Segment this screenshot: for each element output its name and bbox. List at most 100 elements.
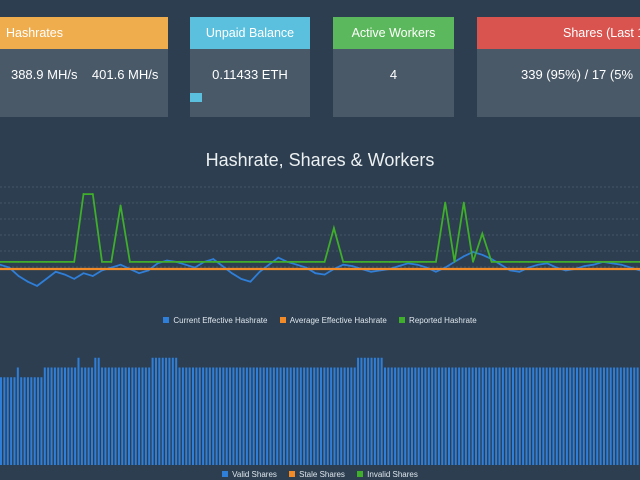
data-point xyxy=(8,261,11,263)
data-point xyxy=(333,268,335,270)
shares-bar-chart xyxy=(0,357,639,465)
data-point xyxy=(462,201,465,204)
bar-valid-shares xyxy=(6,377,9,465)
data-point xyxy=(17,275,20,277)
bar-valid-shares xyxy=(404,367,407,465)
shares-card-value: 339 (95%) / 17 (5% xyxy=(521,67,634,82)
bar-valid-shares xyxy=(101,367,104,465)
legend-item-reported-hashrate[interactable]: Reported Hashrate xyxy=(399,316,477,325)
data-point xyxy=(360,268,363,270)
data-point xyxy=(407,268,410,270)
bar-valid-shares xyxy=(565,367,568,465)
data-point xyxy=(537,261,539,263)
bar-valid-shares xyxy=(47,367,50,465)
data-point xyxy=(249,280,252,283)
bar-valid-shares xyxy=(434,367,437,465)
data-point xyxy=(54,261,57,263)
data-point xyxy=(472,261,474,263)
bar-valid-shares xyxy=(148,367,151,465)
bar-valid-shares xyxy=(596,367,599,465)
bar-valid-shares xyxy=(414,367,417,465)
data-point xyxy=(17,261,20,263)
legend-item-current-hashrate[interactable]: Current Effective Hashrate xyxy=(163,316,267,325)
data-point xyxy=(305,261,307,263)
data-point xyxy=(620,263,623,266)
bar-valid-shares xyxy=(256,367,259,465)
bar-valid-shares xyxy=(252,367,255,465)
data-point xyxy=(166,268,168,270)
bar-valid-shares xyxy=(346,367,349,465)
bar-valid-shares xyxy=(121,367,124,465)
data-point xyxy=(64,261,66,263)
data-point xyxy=(481,268,484,270)
bar-valid-shares xyxy=(202,367,205,465)
bar-valid-shares xyxy=(437,367,440,465)
bar-valid-shares xyxy=(336,367,339,465)
data-point xyxy=(342,261,345,263)
data-point xyxy=(175,261,178,263)
data-point xyxy=(193,261,196,263)
legend-item-invalid-shares[interactable]: Invalid Shares xyxy=(357,470,418,479)
shares-card: Shares (Last 1 339 (95%) / 17 (5% xyxy=(477,17,640,117)
bar-valid-shares xyxy=(266,367,269,465)
data-point xyxy=(26,268,29,270)
bar-valid-shares xyxy=(10,377,13,465)
bar-valid-shares xyxy=(542,367,545,465)
bar-valid-shares xyxy=(397,367,400,465)
bar-valid-shares xyxy=(320,367,323,465)
data-point xyxy=(370,268,372,270)
data-point xyxy=(295,268,298,270)
legend-item-stale-shares[interactable]: Stale Shares xyxy=(289,470,345,479)
bar-valid-shares xyxy=(360,357,363,465)
data-point xyxy=(453,261,456,263)
bar-valid-shares xyxy=(3,377,6,465)
data-point xyxy=(370,261,372,263)
bar-valid-shares xyxy=(50,367,53,465)
data-point xyxy=(221,261,224,263)
data-point xyxy=(601,261,604,263)
bar-valid-shares xyxy=(340,367,343,465)
data-point xyxy=(388,261,391,263)
unpaid-balance-card: Unpaid Balance 0.11433 ETH xyxy=(190,17,310,117)
bar-valid-shares xyxy=(158,357,161,465)
data-point xyxy=(397,265,400,268)
legend-item-valid-shares[interactable]: Valid Shares xyxy=(222,470,277,479)
hashrates-card-title: Hashrates xyxy=(0,17,168,49)
bar-valid-shares xyxy=(64,367,67,465)
data-point xyxy=(435,270,437,273)
bar-valid-shares xyxy=(0,377,3,465)
bar-valid-shares xyxy=(464,367,467,465)
data-point xyxy=(527,261,530,263)
bar-valid-shares xyxy=(165,357,168,465)
legend-item-average-hashrate[interactable]: Average Effective Hashrate xyxy=(279,316,387,325)
data-point xyxy=(490,268,493,270)
legend-label: Current Effective Hashrate xyxy=(173,316,268,325)
hashrates-card: Hashrates /s 388.9 MH/s 401.6 MH/s xyxy=(0,17,168,117)
bar-valid-shares xyxy=(87,367,90,465)
data-point xyxy=(91,268,94,270)
data-point xyxy=(314,261,317,263)
bar-valid-shares xyxy=(532,367,535,465)
data-point xyxy=(305,268,307,270)
data-point xyxy=(342,268,345,270)
data-point xyxy=(82,268,85,270)
legend-label: Stale Shares xyxy=(299,470,345,479)
data-point xyxy=(91,275,94,277)
bar-valid-shares xyxy=(367,357,370,465)
active-workers-value: 4 xyxy=(389,67,398,82)
bar-valid-shares xyxy=(144,367,147,465)
bar-valid-shares xyxy=(373,357,376,465)
bar-valid-shares xyxy=(70,367,73,465)
data-point xyxy=(212,268,215,270)
bar-valid-shares xyxy=(185,367,188,465)
bar-valid-shares xyxy=(124,367,127,465)
bar-valid-shares xyxy=(289,367,292,465)
bar-valid-shares xyxy=(178,367,181,465)
legend-label: Average Effective Hashrate xyxy=(289,316,387,325)
data-point xyxy=(564,261,567,263)
bar-valid-shares xyxy=(474,367,477,465)
data-point xyxy=(82,272,85,275)
bar-valid-shares xyxy=(235,367,238,465)
bar-valid-shares xyxy=(94,357,97,465)
legend-swatch xyxy=(163,317,170,323)
